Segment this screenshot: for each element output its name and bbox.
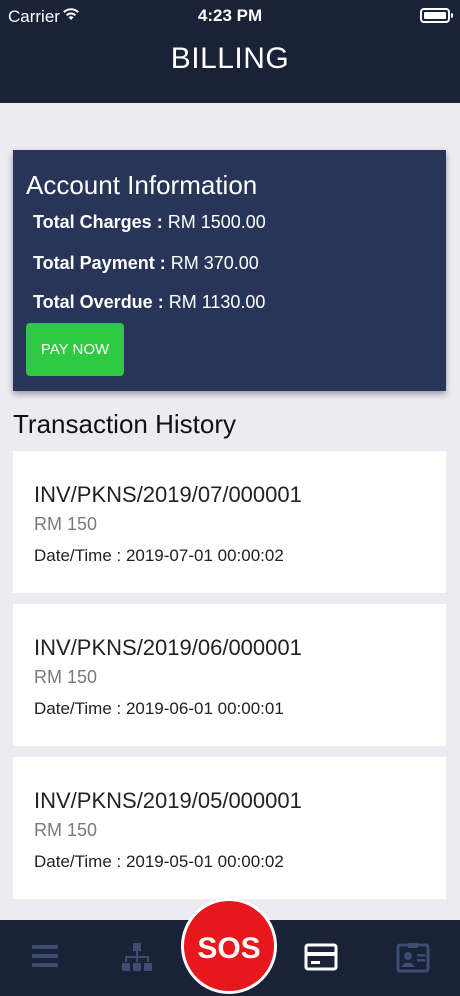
tab-profile[interactable]	[383, 920, 443, 996]
transaction-invoice: INV/PKNS/2019/07/000001	[34, 482, 302, 507]
transaction-datetime: Date/Time : 2019-05-01 00:00:02	[34, 852, 284, 871]
tab-menu[interactable]	[15, 920, 75, 996]
tab-organization[interactable]	[107, 920, 167, 996]
transaction-item[interactable]: INV/PKNS/2019/05/000001 RM 150 Date/Time…	[13, 757, 446, 899]
transaction-amount: RM 150	[34, 667, 98, 687]
top-bar: Carrier 4:23 PM BILLING	[0, 0, 460, 103]
transaction-invoice: INV/PKNS/2019/05/000001	[34, 788, 302, 813]
contact-card-icon	[396, 943, 430, 973]
transaction-datetime: Date/Time : 2019-06-01 00:00:01	[34, 699, 284, 718]
total-charges-row: Total Charges : RM 1500.00	[33, 212, 266, 233]
sos-button[interactable]: SOS	[181, 898, 277, 994]
account-information-card: Account Information Total Charges : RM 1…	[13, 150, 446, 391]
transaction-history-title: Transaction History	[13, 409, 236, 439]
sitemap-icon	[122, 943, 152, 971]
pay-now-button[interactable]: PAY NOW	[26, 323, 124, 376]
transaction-amount: RM 150	[34, 820, 98, 840]
transaction-datetime: Date/Time : 2019-07-01 00:00:02	[34, 546, 284, 565]
account-title: Account Information	[26, 170, 258, 200]
status-bar: Carrier 4:23 PM	[0, 0, 460, 32]
transaction-invoice: INV/PKNS/2019/06/000001	[34, 635, 302, 660]
battery-icon	[420, 8, 453, 23]
total-overdue-value: RM 1130.00	[168, 292, 266, 312]
transaction-item[interactable]: INV/PKNS/2019/06/000001 RM 150 Date/Time…	[13, 604, 446, 746]
total-overdue-row: Total Overdue : RM 1130.00	[33, 292, 265, 313]
total-charges-label: Total Charges :	[33, 212, 163, 232]
total-payment-label: Total Payment :	[33, 253, 166, 273]
menu-icon	[32, 945, 58, 967]
clock: 4:23 PM	[197, 6, 263, 25]
total-payment-value: RM 370.00	[170, 253, 259, 273]
transaction-amount: RM 150	[34, 514, 98, 534]
transaction-item[interactable]: INV/PKNS/2019/07/000001 RM 150 Date/Time…	[13, 451, 446, 593]
total-overdue-label: Total Overdue :	[33, 292, 164, 312]
credit-card-icon	[304, 943, 338, 971]
total-charges-value: RM 1500.00	[167, 212, 266, 232]
page-title: BILLING	[170, 42, 290, 75]
tab-billing[interactable]	[291, 920, 351, 996]
total-payment-row: Total Payment : RM 370.00	[33, 253, 259, 274]
